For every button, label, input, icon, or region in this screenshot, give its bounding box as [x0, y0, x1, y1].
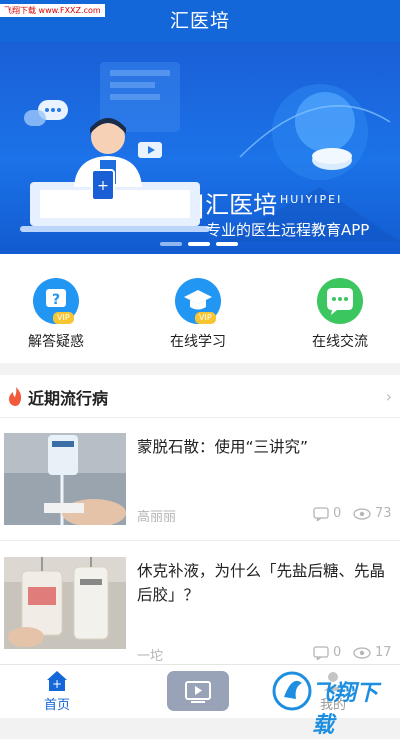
article-title[interactable]: 蒙脱石散：使用“三讲究” [137, 435, 390, 459]
tab-video[interactable] [167, 671, 229, 715]
comment-icon [313, 506, 329, 521]
vip-badge: VIP [53, 312, 74, 324]
quick-answer-questions[interactable]: ? VIP 解答疑惑 [6, 278, 106, 351]
bottom-tab-bar: + 首页 我的 飞翔下载 [0, 664, 400, 738]
divider [0, 540, 400, 541]
article-thumbnail [4, 557, 126, 649]
tab-home[interactable]: + 首页 [40, 669, 74, 713]
quick-actions: ? VIP 解答疑惑 VIP 在线学习 在线交流 [0, 254, 400, 363]
banner-slogan: 专业的医生远程教育APP [206, 221, 370, 239]
list-item[interactable]: 休克补液，为什么「先盐后糖、先晶后胶」？ 一坨 0 17 [0, 542, 400, 664]
quick-online-chat[interactable]: 在线交流 [290, 278, 390, 351]
view-count: 17 [353, 645, 392, 660]
comment-icon [313, 645, 329, 660]
quick-online-learning[interactable]: VIP 在线学习 [148, 278, 248, 351]
graduation-cap-icon: VIP [175, 278, 221, 324]
eye-icon [353, 507, 371, 520]
hero-banner[interactable]: + |汇医培 HUIYIPEI 专业的医生远程教育APP [0, 42, 400, 254]
article-title[interactable]: 休克补液，为什么「先盐后糖、先晶后胶」？ [137, 559, 390, 607]
question-icon: ? VIP [33, 278, 79, 324]
article-thumbnail [4, 433, 126, 525]
quick-label: 在线学习 [170, 334, 226, 350]
home-icon: + [47, 671, 67, 691]
comment-count: 0 [313, 506, 341, 521]
section-header[interactable]: 近期流行病 › [0, 375, 400, 418]
view-count: 73 [353, 506, 392, 521]
quick-label: 解答疑惑 [28, 334, 84, 350]
quick-label: 在线交流 [312, 334, 368, 350]
video-icon [167, 671, 229, 711]
svg-text:+: + [52, 677, 62, 691]
carousel-indicator[interactable] [160, 241, 240, 249]
chevron-right-icon[interactable]: › [386, 387, 392, 406]
overlay-logo-text: 飞翔下载 [312, 681, 379, 738]
article-list: 蒙脱石散：使用“三讲究” 高丽丽 0 73 休克补液，为什么「先盐后糖、先晶后胶… [0, 418, 400, 664]
article-author: 一坨 [137, 649, 164, 664]
tab-label: 首页 [43, 698, 70, 713]
overlay-logo: 飞翔下载 [272, 669, 396, 738]
svg-text:?: ? [52, 292, 60, 308]
svg-text:+: + [97, 178, 109, 194]
section-title: 近期流行病 [28, 389, 109, 408]
page-title: 汇医培 [169, 10, 230, 32]
list-item[interactable]: 蒙脱石散：使用“三讲究” 高丽丽 0 73 [0, 418, 400, 540]
banner-brand: |汇医培 [197, 191, 278, 219]
eye-icon [353, 646, 371, 659]
vip-badge: VIP [195, 312, 216, 324]
app-header: 飞翔下载 www.FXXZ.com 汇医培 [0, 0, 400, 42]
banner-pinyin: HUIYIPEI [280, 193, 343, 206]
comment-count: 0 [313, 645, 341, 660]
chat-bubble-icon [317, 278, 363, 324]
flame-icon [9, 387, 22, 406]
article-author: 高丽丽 [137, 510, 177, 525]
